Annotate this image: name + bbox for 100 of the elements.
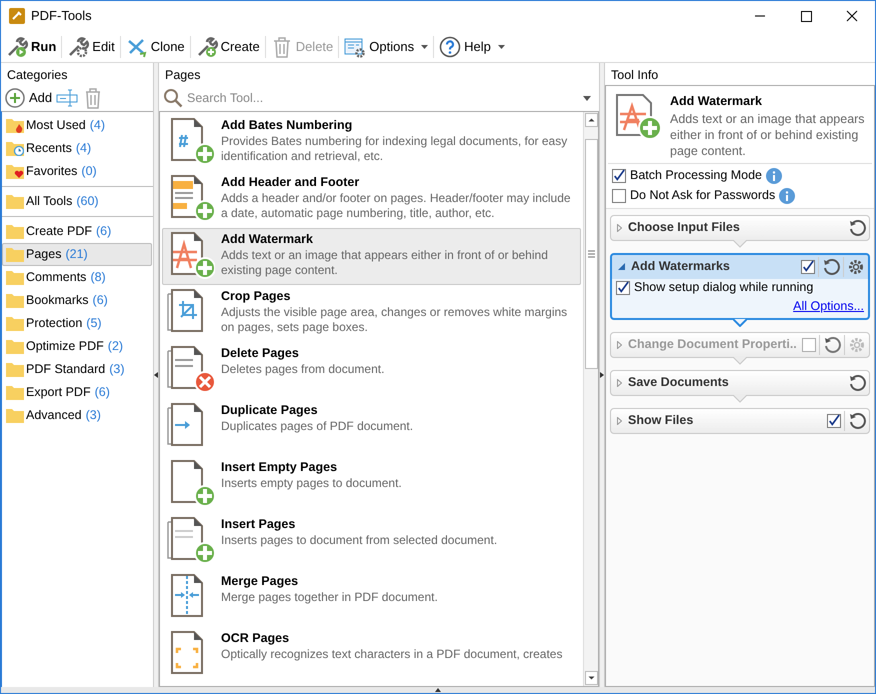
- folder-icon: [6, 224, 24, 239]
- tool-name: Add Watermark: [221, 231, 314, 248]
- folder-icon: [6, 339, 24, 354]
- connector-arrow-icon: [733, 356, 747, 364]
- tool-name: Add Watermark: [670, 93, 763, 110]
- step-panel[interactable]: Show Files: [610, 408, 870, 434]
- checkbox[interactable]: [616, 280, 630, 295]
- tool-description: Provides Bates numbering for indexing legal documents, for easy identification and retrieval, etc.: [221, 134, 568, 164]
- step-panel[interactable]: Choose Input Files: [610, 214, 870, 241]
- scroll-thumb-icon[interactable]: [584, 139, 598, 369]
- category-item[interactable]: Comments (8): [2, 266, 152, 289]
- tool-item[interactable]: Delete Pages Deletes pages from document.: [162, 342, 581, 399]
- reset-icon[interactable]: [848, 374, 866, 392]
- folder-icon: [6, 316, 24, 331]
- scroll-up-icon[interactable]: [584, 113, 598, 127]
- tool-item[interactable]: Insert Pages Inserts pages to document from selected document.: [162, 513, 581, 570]
- all-options-link[interactable]: All Options...: [793, 296, 864, 316]
- search-icon: [163, 88, 183, 108]
- folder-icon: [6, 118, 24, 133]
- category-item[interactable]: Advanced (3): [2, 404, 152, 427]
- toolbar-button[interactable]: Create: [192, 32, 263, 60]
- category-item[interactable]: PDF Standard (3): [2, 358, 152, 381]
- tool-name: Insert Pages: [221, 516, 296, 533]
- expand-arrow-icon[interactable]: [435, 688, 441, 692]
- tool-item[interactable]: Crop Pages Adjusts the visible page area, changes or removes white margins on pages, sets page boxes.: [162, 285, 581, 342]
- category-item[interactable]: Protection (5): [2, 312, 152, 335]
- tool-name: Delete Pages: [221, 345, 300, 362]
- category-item[interactable]: Optimize PDF (2): [2, 335, 152, 358]
- tool-item[interactable]: OCR Pages Optically recognizes text characters in a PDF document, creates: [162, 627, 581, 684]
- checkbox[interactable]: [827, 414, 841, 428]
- tool-description: Adds text or an image that appears either in front of or behind existing page content.: [670, 110, 866, 159]
- window-title: PDF-Tools: [31, 7, 92, 26]
- info-icon[interactable]: [779, 188, 796, 204]
- watermark-tool-icon: [614, 92, 662, 140]
- checkbox-label: Do Not Ask for Passwords: [630, 187, 776, 204]
- step-panel[interactable]: Add Watermarks Show setup dialog while running All Options...: [610, 252, 870, 320]
- tool-item[interactable]: Add Watermark Adds text or an image that appears either in front of or behind existing page content.: [162, 228, 581, 285]
- scroll-down-icon[interactable]: [584, 671, 598, 685]
- category-item[interactable]: Favorites (0): [2, 160, 152, 183]
- tool-description: Optically recognizes text characters in a PDF document, creates: [221, 647, 562, 662]
- expand-arrow-icon[interactable]: [600, 372, 604, 378]
- reset-icon[interactable]: [822, 258, 840, 276]
- toolbar-button[interactable]: Clone: [122, 32, 188, 60]
- panel-title: Tool Info: [610, 67, 660, 84]
- folder-icon: [6, 362, 24, 377]
- tool-description: Deletes pages from document.: [221, 362, 384, 377]
- tool-name: Merge Pages: [221, 573, 300, 590]
- reset-icon[interactable]: [848, 412, 866, 430]
- panel-title: Pages: [164, 67, 202, 84]
- tool-description: Merge pages together in PDF document.: [221, 590, 438, 605]
- rename-icon[interactable]: [56, 88, 80, 108]
- step-panel[interactable]: Save Documents: [610, 370, 870, 396]
- info-icon[interactable]: [766, 168, 782, 184]
- scrollbar[interactable]: [583, 112, 598, 686]
- connector-arrow-icon: [733, 394, 747, 402]
- window-gear-icon: [344, 36, 366, 58]
- category-item[interactable]: Recents (4): [2, 137, 152, 160]
- checkbox[interactable]: [801, 260, 815, 274]
- settings-icon[interactable]: [847, 258, 865, 276]
- tool-description: Adds a header and/or footer on pages. Header/footer may include a date, automatic page numbering, title, author, etc.: [221, 191, 572, 221]
- step-title: Show Files: [628, 412, 694, 430]
- expand-triangle-icon[interactable]: [617, 416, 622, 424]
- tool-item[interactable]: Add Bates Numbering Provides Bates numbering for indexing legal documents, for easy identification and retrieval, etc.: [162, 114, 581, 171]
- tool-name: Duplicate Pages: [221, 402, 319, 419]
- tool-description: Duplicates pages of PDF document.: [221, 419, 414, 434]
- wrench-gear-icon: [67, 36, 90, 58]
- checkbox[interactable]: [612, 188, 626, 203]
- tool-item[interactable]: Duplicate Pages Duplicates pages of PDF document.: [162, 399, 581, 456]
- tool-description: Adds text or an image that appears either in front of or behind existing page content.: [221, 248, 549, 278]
- toolbar-button[interactable]: Options: [341, 32, 432, 60]
- reset-icon[interactable]: [848, 218, 866, 237]
- expand-triangle-icon[interactable]: [617, 224, 622, 232]
- category-item[interactable]: Bookmarks (6): [2, 289, 152, 312]
- tool-item[interactable]: Insert Empty Pages Inserts empty pages to document.: [162, 456, 581, 513]
- checkbox[interactable]: [612, 168, 626, 183]
- category-item[interactable]: Create PDF (6): [2, 220, 152, 243]
- category-item[interactable]: All Tools (60): [2, 190, 152, 213]
- tool-item[interactable]: Add Header and Footer Adds a header and/or footer on pages. Header/footer may include a date, automatic page numbering, title, author, etc.: [162, 171, 581, 228]
- collapse-arrow-icon[interactable]: [154, 372, 158, 378]
- wrench-play-icon: [6, 36, 28, 58]
- toolbar-button[interactable]: Edit: [64, 32, 118, 60]
- folder-icon: [6, 385, 24, 400]
- dropdown-arrow-icon[interactable]: [583, 96, 591, 100]
- checkbox-label: Batch Processing Mode: [630, 167, 762, 184]
- step-title: Add Watermarks: [631, 258, 731, 276]
- search-field[interactable]: Search Tool...: [187, 88, 579, 108]
- category-item[interactable]: Most Used (4): [2, 114, 152, 137]
- folder-icon: [6, 164, 24, 179]
- tool-name: Add Bates Numbering: [221, 117, 354, 134]
- insert-pages-icon: [167, 515, 215, 565]
- category-item[interactable]: Pages (21): [2, 243, 152, 266]
- add-category-button[interactable]: Add: [5, 88, 52, 108]
- toolbar-button[interactable]: Run: [3, 32, 60, 60]
- step-title: Save Documents: [628, 374, 730, 392]
- toolbar-button[interactable]: Help: [436, 32, 508, 60]
- expand-triangle-icon[interactable]: [617, 378, 622, 386]
- wrench-plus-icon: [196, 36, 218, 58]
- tool-item[interactable]: Merge Pages Merge pages together in PDF document.: [162, 570, 581, 627]
- collapse-triangle-icon[interactable]: [618, 263, 625, 270]
- category-item[interactable]: Export PDF (6): [2, 381, 152, 404]
